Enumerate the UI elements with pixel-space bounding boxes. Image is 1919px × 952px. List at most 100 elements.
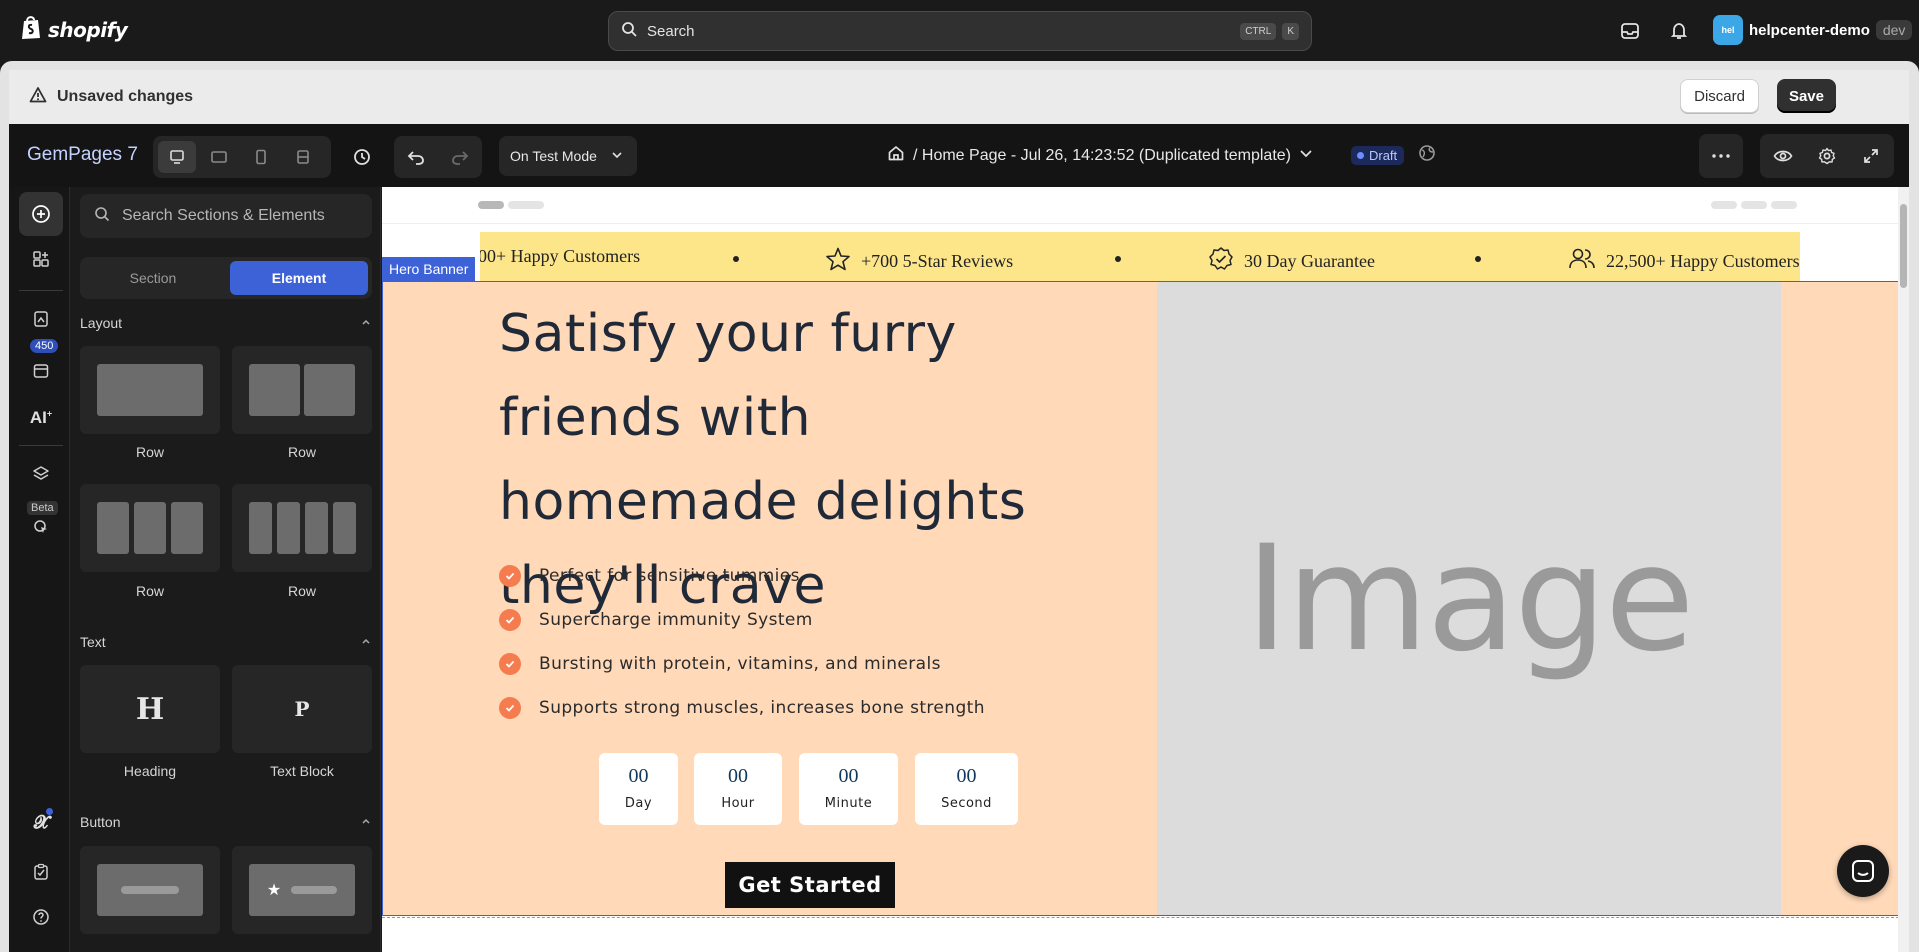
undo-icon[interactable] — [394, 148, 438, 166]
row-1-col-element[interactable] — [80, 346, 220, 434]
history-button[interactable] — [345, 136, 379, 178]
image-placeholder-text: Image — [1245, 513, 1694, 684]
element-label: Heading — [123, 763, 177, 779]
search-placeholder: Search — [647, 22, 695, 40]
get-started-button[interactable]: Get Started — [725, 862, 895, 908]
page-title: / Home Page - Jul 26, 14:23:52 (Duplicat… — [913, 146, 1291, 164]
check-circle-icon — [499, 565, 521, 587]
tab-section[interactable]: Section — [84, 261, 222, 295]
text-block-element[interactable]: P — [232, 665, 372, 753]
marquee-item: +700 5-Star Reviews — [825, 246, 1013, 277]
sections-elements-search-input[interactable]: Search Sections & Elements — [80, 194, 372, 238]
benefit-item: Supercharge immunity System — [499, 598, 985, 642]
marquee-item: 22,500+ Happy Customers — [1568, 246, 1800, 277]
elements-panel: Search Sections & Elements Section Eleme… — [71, 187, 381, 952]
shortcut-key-k: K — [1282, 22, 1299, 40]
countdown-unit: Minute — [824, 796, 873, 811]
mobile-view-button[interactable] — [242, 141, 280, 173]
scrollbar-thumb[interactable] — [1900, 204, 1907, 288]
heading-element[interactable]: H — [80, 665, 220, 753]
shopify-bag-icon — [20, 14, 42, 45]
add-element-icon[interactable] — [19, 192, 63, 236]
publish-globe-icon[interactable] — [1418, 144, 1436, 167]
text-section-header[interactable]: Text — [80, 634, 372, 650]
hero-banner-section[interactable]: Satisfy your furry friends with homemade… — [382, 281, 1899, 916]
desktop-view-button[interactable] — [158, 141, 196, 173]
shopify-logo[interactable]: shopify — [20, 14, 128, 45]
skeleton-bar — [1741, 201, 1767, 209]
store-avatar: hel — [1713, 15, 1743, 45]
marquee-item: 30 Day Guarantee — [1208, 246, 1375, 277]
rail-divider — [19, 445, 63, 446]
help-icon[interactable] — [19, 895, 63, 939]
inbox-icon[interactable] — [1618, 19, 1642, 43]
button-section-header[interactable]: Button — [80, 814, 372, 830]
countdown-value: 00 — [628, 765, 649, 787]
countdown-day: 00 Day — [599, 753, 678, 825]
view-actions-group — [1760, 134, 1894, 178]
redo-icon[interactable] — [438, 148, 482, 166]
unsaved-message: Unsaved changes — [57, 88, 194, 105]
fullscreen-icon[interactable] — [1849, 148, 1893, 164]
check-circle-icon — [499, 653, 521, 675]
button-section-title: Button — [80, 814, 121, 830]
shortcut-key-ctrl: CTRL — [1240, 22, 1277, 40]
benefit-text: Perfect for sensitive tummies — [539, 566, 800, 586]
status-dot — [1356, 152, 1364, 159]
global-search-input[interactable]: Search CTRL K — [608, 11, 1312, 51]
icon-button-element[interactable]: ★ — [232, 846, 372, 934]
tablet-view-button[interactable] — [200, 141, 238, 173]
gempages-logo: GemPages 7 — [27, 144, 138, 165]
button-element[interactable] — [80, 846, 220, 934]
page-canvas[interactable]: 00+ Happy Customers +700 5-Star Reviews … — [382, 187, 1909, 952]
benefit-item: Supports strong muscles, increases bone … — [499, 686, 985, 730]
unsaved-changes-bar: Unsaved changes Discard Save — [9, 70, 1909, 124]
more-options-button[interactable] — [1699, 134, 1743, 178]
skeleton-bar — [1771, 201, 1797, 209]
countdown-unit: Hour — [721, 796, 755, 811]
row-2-col-element[interactable] — [232, 346, 372, 434]
countdown-value: 00 — [728, 765, 748, 787]
ai-icon[interactable]: AI+ — [19, 396, 63, 440]
element-label: Row — [287, 444, 316, 460]
fit-view-button[interactable] — [284, 141, 322, 173]
users-icon — [1568, 246, 1596, 277]
shopify-wordmark: shopify — [48, 17, 128, 42]
tab-element[interactable]: Element — [230, 261, 368, 295]
marquee-text: 00+ Happy Customers — [480, 246, 641, 266]
interaction-cursor-icon[interactable] — [19, 505, 63, 549]
save-button[interactable]: Save — [1776, 79, 1836, 113]
guarantee-badge-icon — [1208, 246, 1234, 277]
benefit-text: Supports strong muscles, increases bone … — [539, 698, 985, 718]
star-outline-icon — [825, 246, 851, 277]
countdown-hour: 00 Hour — [694, 753, 782, 825]
check-circle-icon — [499, 697, 521, 719]
canvas-scrollbar[interactable] — [1898, 187, 1909, 952]
marquee-separator — [1475, 256, 1481, 262]
library-icon[interactable] — [19, 349, 63, 393]
store-switcher[interactable]: hel helpcenter-demo dev — [1713, 15, 1913, 45]
checklist-icon[interactable] — [19, 850, 63, 894]
row-3-col-element[interactable] — [80, 484, 220, 572]
editor-left-rail: 450 AI+ Beta 𝓧 — [9, 187, 70, 952]
notification-bell-icon[interactable] — [1667, 19, 1691, 43]
templates-icon[interactable] — [19, 297, 63, 341]
layout-section-header[interactable]: Layout — [80, 315, 372, 331]
layers-icon[interactable] — [19, 452, 63, 496]
x-integration-icon[interactable]: 𝓧 — [19, 800, 63, 844]
skeleton-bar — [1711, 201, 1737, 209]
chevron-up-icon — [360, 814, 372, 830]
hero-image-placeholder[interactable]: Image — [1157, 282, 1781, 915]
hero-banner-tag[interactable]: Hero Banner — [382, 257, 476, 281]
preview-eye-icon[interactable] — [1761, 149, 1805, 163]
discard-button[interactable]: Discard — [1680, 79, 1759, 113]
benefit-item: Perfect for sensitive tummies — [499, 554, 985, 598]
page-selector[interactable]: / Home Page - Jul 26, 14:23:52 (Duplicat… — [887, 144, 1436, 167]
app-frame: Unsaved changes Discard Save GemPages 7 — [0, 61, 1919, 952]
settings-gear-icon[interactable] — [1805, 147, 1849, 165]
apps-icon[interactable] — [19, 237, 63, 281]
announcement-marquee[interactable]: 00+ Happy Customers +700 5-Star Reviews … — [480, 232, 1800, 284]
test-mode-dropdown[interactable]: On Test Mode — [499, 136, 637, 176]
support-chat-button[interactable] — [1837, 845, 1889, 897]
row-4-col-element[interactable] — [232, 484, 372, 572]
